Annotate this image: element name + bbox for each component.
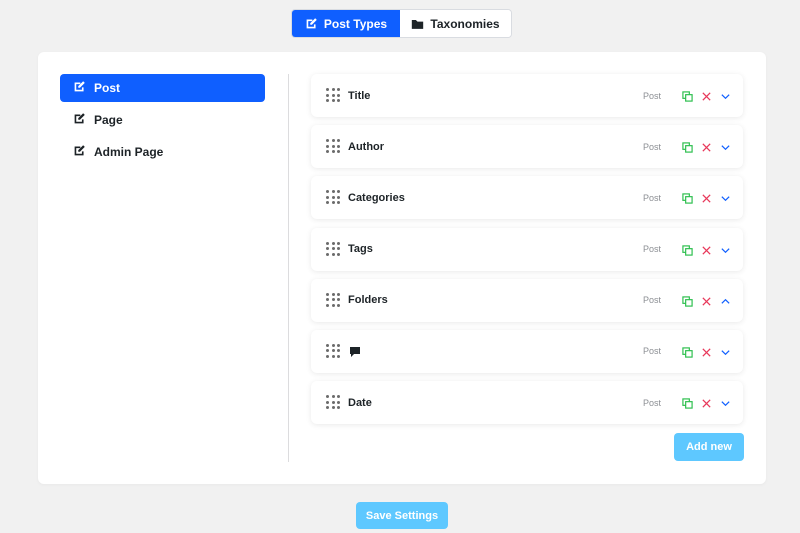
drag-handle-icon[interactable] [326, 292, 340, 307]
sidebar-item-post[interactable]: Post [60, 74, 265, 102]
duplicate-icon[interactable] [682, 396, 693, 414]
edit-icon [305, 17, 318, 30]
field-label: Tags [348, 243, 373, 256]
delete-icon[interactable] [701, 396, 712, 414]
drag-handle-icon[interactable] [326, 88, 340, 102]
delete-icon[interactable] [701, 191, 712, 209]
field-type: Post [643, 397, 662, 408]
duplicate-icon[interactable] [682, 89, 693, 107]
drag-handle-icon[interactable] [326, 139, 340, 154]
field-row-title: Title Post [311, 74, 743, 117]
delete-icon[interactable] [701, 345, 712, 363]
type-tabs: Post Types Taxonomies [291, 9, 512, 38]
field-row-tags: Tags Post [311, 227, 743, 271]
settings-card: Post Page Admin Page Title Post Author P… [38, 52, 766, 484]
duplicate-icon[interactable] [682, 140, 693, 158]
chevron-down-icon[interactable] [720, 345, 731, 363]
tab-taxonomies[interactable]: Taxonomies [400, 10, 511, 37]
field-type: Post [643, 141, 662, 152]
field-label: Folders [348, 294, 388, 307]
field-type: Post [643, 346, 662, 357]
duplicate-icon[interactable] [682, 243, 693, 261]
tab-label: Taxonomies [430, 16, 500, 31]
comment-icon [349, 345, 361, 363]
delete-icon[interactable] [701, 243, 712, 261]
chevron-down-icon[interactable] [720, 191, 731, 209]
delete-icon[interactable] [701, 89, 712, 107]
field-row-comments: Post [311, 329, 743, 373]
field-row-categories: Categories Post [311, 176, 743, 220]
delete-icon[interactable] [701, 294, 712, 312]
tab-label: Post Types [323, 16, 388, 31]
sidebar-item-label: Admin Page [94, 145, 164, 159]
column-divider [288, 74, 289, 462]
field-type: Post [643, 90, 662, 101]
edit-icon [73, 144, 86, 160]
add-new-button[interactable]: Add new [674, 433, 744, 461]
drag-handle-icon[interactable] [326, 343, 340, 358]
field-list: Title Post Author Post Categories Post T… [311, 74, 743, 432]
save-settings-button[interactable]: Save Settings [356, 502, 448, 529]
field-row-folders: Folders Post [311, 278, 743, 322]
chevron-down-icon[interactable] [720, 89, 731, 107]
folder-icon [411, 18, 424, 30]
sidebar-item-label: Post [94, 81, 121, 95]
drag-handle-icon[interactable] [326, 395, 340, 410]
drag-handle-icon[interactable] [326, 241, 340, 256]
drag-handle-icon[interactable] [326, 190, 340, 205]
delete-icon[interactable] [701, 140, 712, 158]
duplicate-icon[interactable] [682, 294, 693, 312]
field-type: Post [643, 192, 662, 203]
edit-icon [73, 80, 86, 96]
post-type-sidebar: Post Page Admin Page [60, 74, 265, 170]
field-type: Post [643, 295, 662, 306]
chevron-down-icon[interactable] [720, 140, 731, 158]
sidebar-item-label: Page [94, 113, 123, 127]
tab-post-types[interactable]: Post Types [292, 10, 400, 37]
sidebar-item-admin-page[interactable]: Admin Page [60, 138, 265, 166]
duplicate-icon[interactable] [682, 191, 693, 209]
edit-icon [73, 112, 86, 128]
chevron-down-icon[interactable] [720, 243, 731, 261]
duplicate-icon[interactable] [682, 345, 693, 363]
chevron-up-icon[interactable] [720, 294, 731, 312]
sidebar-item-page[interactable]: Page [60, 106, 265, 134]
field-row-date: Date Post [311, 381, 743, 425]
chevron-down-icon[interactable] [720, 396, 731, 414]
field-label: Title [348, 89, 371, 102]
field-row-author: Author Post [311, 125, 743, 169]
field-type: Post [643, 244, 662, 255]
field-label: Categories [348, 191, 405, 204]
field-label: Date [348, 396, 372, 409]
field-label: Author [348, 140, 385, 153]
